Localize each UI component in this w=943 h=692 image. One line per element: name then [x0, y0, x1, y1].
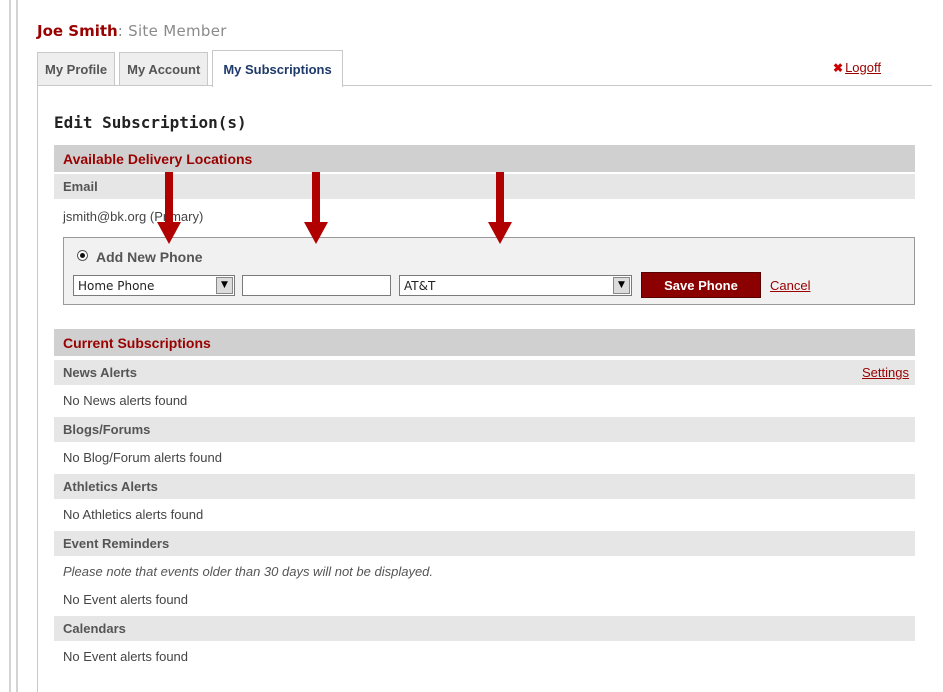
phone-type-value: Home Phone — [78, 278, 155, 293]
settings-link[interactable]: Settings — [862, 365, 909, 380]
add-phone-panel: Add New Phone Home Phone ▼ AT&T ▼ Save P… — [63, 237, 915, 305]
logoff-link[interactable]: ✖ Logoff — [833, 60, 881, 75]
user-role: : Site Member — [117, 22, 227, 40]
down-arrow-icon — [157, 172, 181, 244]
radio-selected-icon[interactable] — [77, 250, 88, 261]
carrier-select[interactable]: AT&T ▼ — [399, 275, 632, 296]
x-icon: ✖ — [833, 61, 844, 75]
athletics-alerts-subheader: Athletics Alerts — [54, 474, 915, 499]
tab-bar: My Profile My Account My Subscriptions — [37, 49, 347, 87]
down-arrow-icon — [304, 172, 328, 244]
current-subscriptions-header: Current Subscriptions — [54, 329, 915, 356]
blogs-forums-empty: No Blog/Forum alerts found — [63, 450, 222, 465]
event-reminders-note: Please note that events older than 30 da… — [63, 564, 434, 579]
tab-my-subscriptions[interactable]: My Subscriptions — [212, 50, 343, 87]
cancel-link[interactable]: Cancel — [770, 278, 810, 293]
event-reminders-subheader: Event Reminders — [54, 531, 915, 556]
news-alerts-empty: No News alerts found — [63, 393, 188, 408]
save-phone-button[interactable]: Save Phone — [641, 272, 761, 298]
dropdown-arrow-icon[interactable]: ▼ — [216, 277, 233, 294]
delivery-locations-header: Available Delivery Locations — [54, 145, 915, 172]
calendars-subheader: Calendars — [54, 616, 915, 641]
carrier-value: AT&T — [404, 278, 436, 293]
phone-number-input[interactable] — [242, 275, 391, 296]
athletics-alerts-empty: No Athletics alerts found — [63, 507, 204, 522]
down-arrow-icon — [488, 172, 512, 244]
tab-my-profile[interactable]: My Profile — [37, 52, 116, 86]
page-title: Edit Subscription(s) — [54, 113, 247, 132]
email-subheader: Email — [54, 174, 915, 199]
page-frame: Joe Smith: Site Member My Profile My Acc… — [0, 0, 943, 692]
event-reminders-empty: No Event alerts found — [63, 592, 189, 607]
email-value: jsmith@bk.org (Primary) — [63, 209, 204, 224]
news-alerts-label: News Alerts — [63, 365, 137, 380]
dropdown-arrow-icon[interactable]: ▼ — [613, 277, 630, 294]
logoff-label[interactable]: Logoff — [845, 60, 881, 75]
news-alerts-subheader: News Alerts Settings — [54, 360, 915, 385]
phone-type-select[interactable]: Home Phone ▼ — [73, 275, 235, 296]
left-divider — [9, 0, 11, 692]
user-name: Joe Smith — [37, 22, 118, 40]
add-phone-label: Add New Phone — [96, 249, 203, 265]
user-header: Joe Smith: Site Member — [37, 22, 227, 40]
tab-my-account[interactable]: My Account — [119, 52, 209, 86]
calendars-empty: No Event alerts found — [63, 649, 189, 664]
blogs-forums-subheader: Blogs/Forums — [54, 417, 915, 442]
left-divider-inner — [16, 0, 18, 692]
